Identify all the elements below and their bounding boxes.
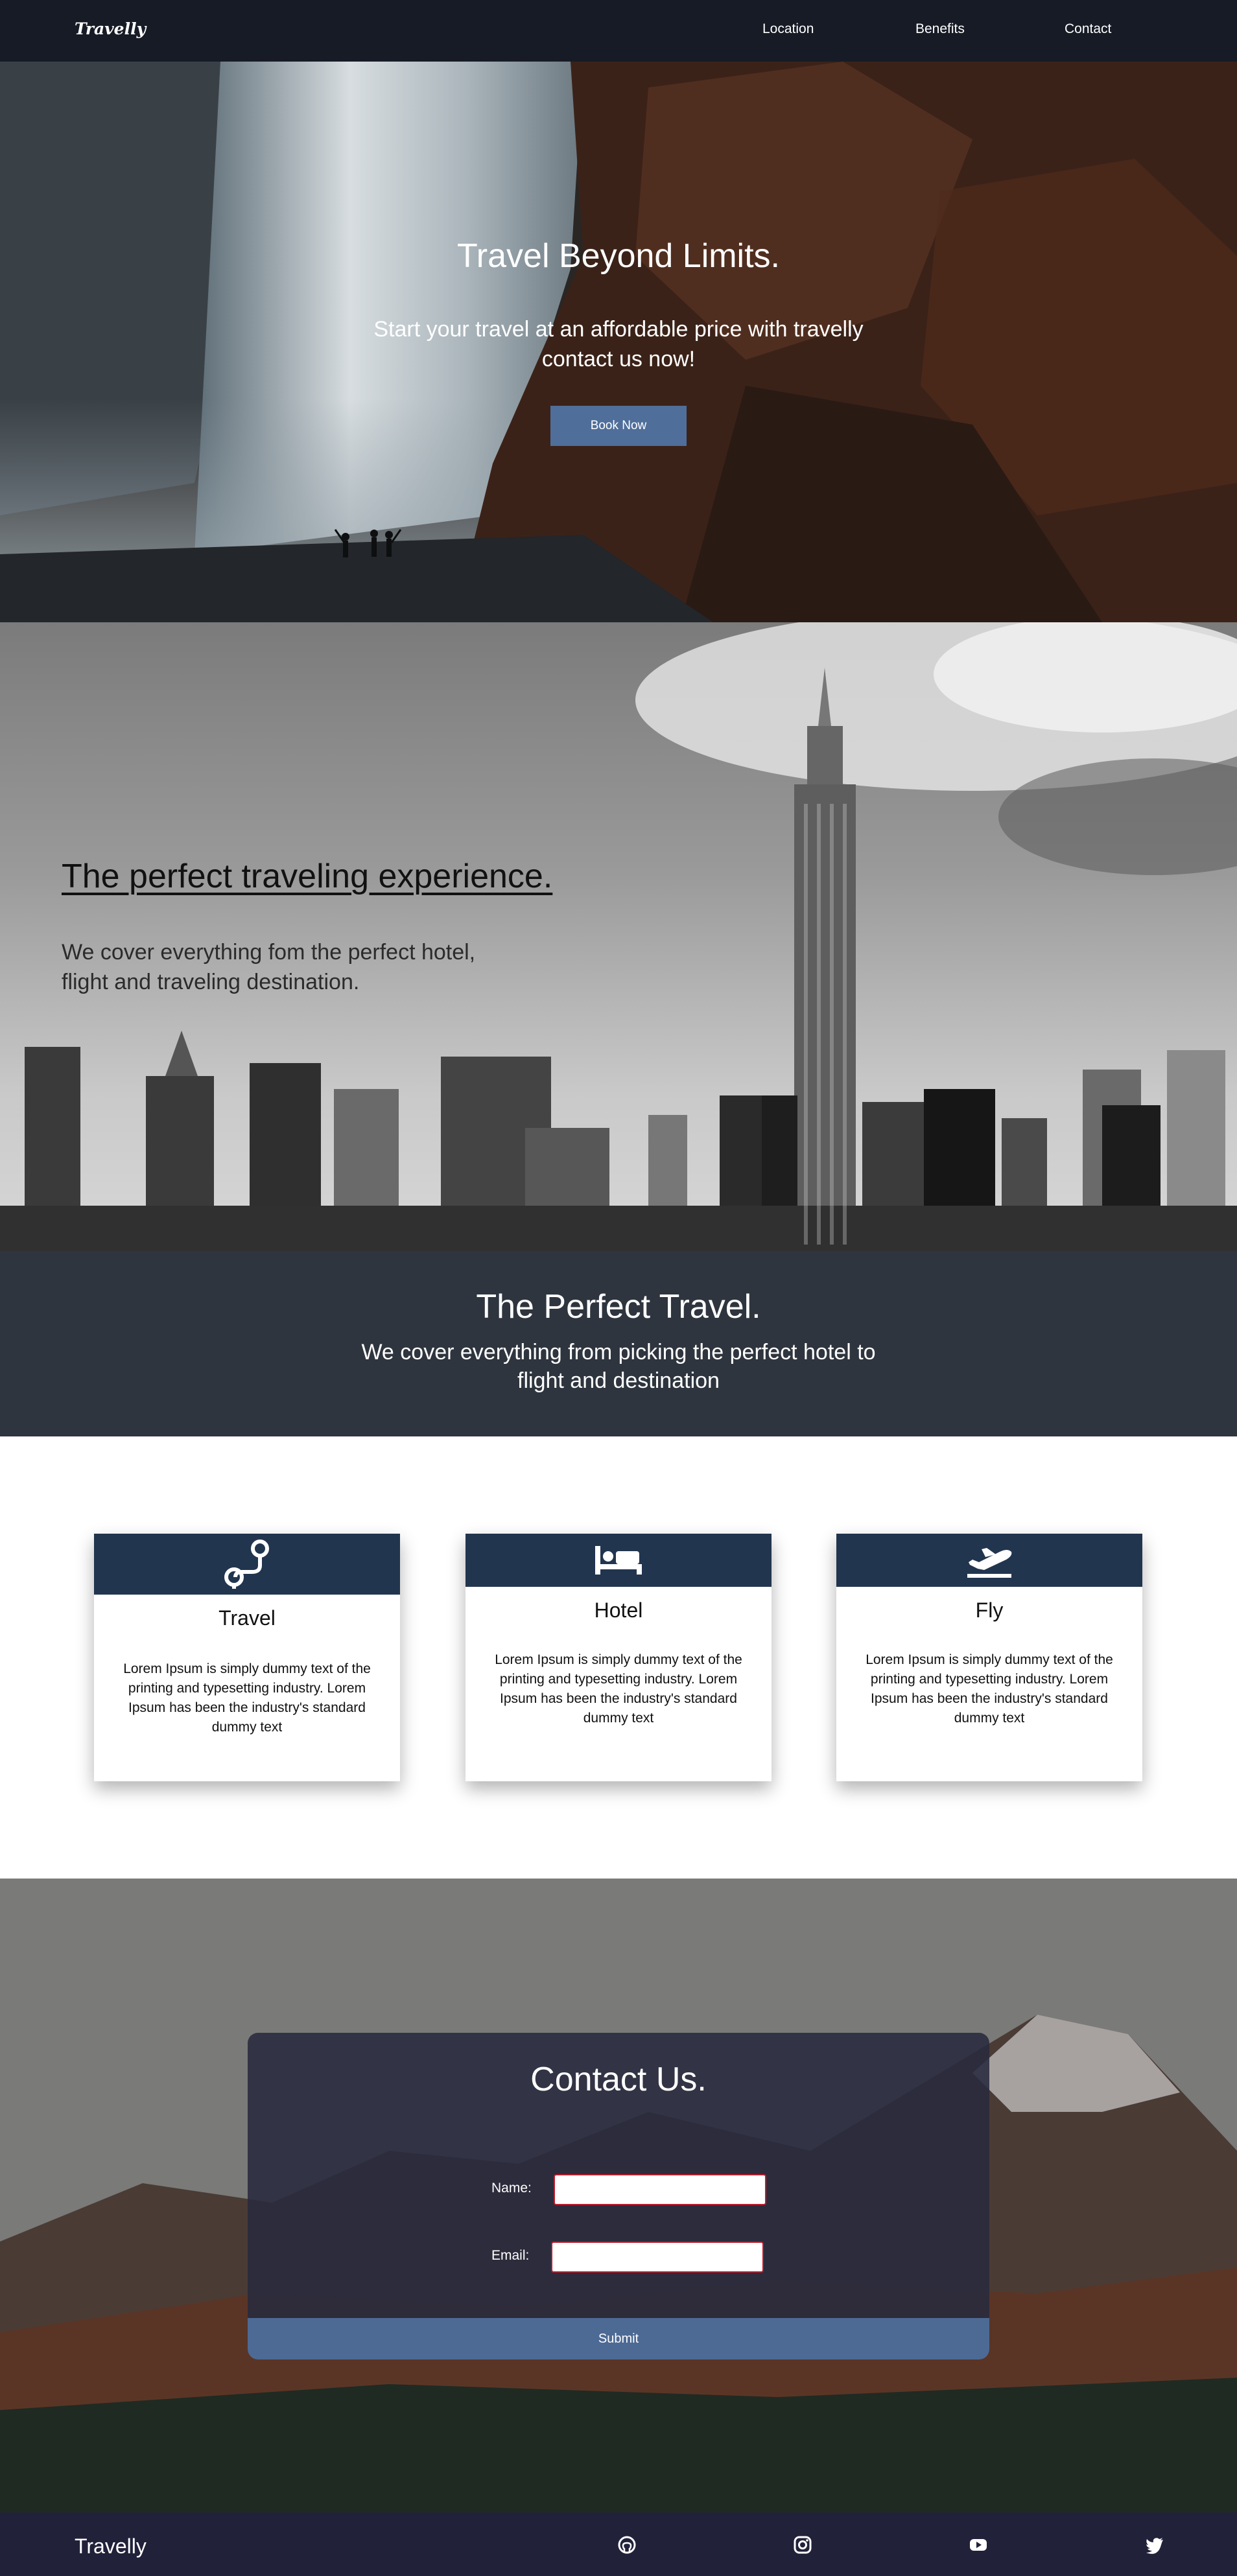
contact-title: Contact Us. [530, 2061, 707, 2098]
card-text: Lorem Ipsum is simply dummy text of the … [123, 1661, 371, 1735]
card-header [94, 1534, 400, 1595]
experience-section: The perfect traveling experience. We cov… [0, 622, 1237, 1251]
bed-icon [595, 1546, 642, 1575]
route-icon [224, 1540, 269, 1589]
email-label: Email: [491, 2248, 530, 2263]
youtube-icon[interactable] [969, 2535, 988, 2555]
card-title: Travel [218, 1606, 276, 1630]
card-title: Fly [975, 1598, 1004, 1622]
nav-link-benefits[interactable]: Benefits [915, 21, 965, 37]
github-icon[interactable] [617, 2535, 637, 2555]
card-title: Hotel [594, 1598, 643, 1622]
footer-brand: Travelly [75, 2535, 147, 2558]
book-now-button[interactable]: Book Now [550, 406, 687, 446]
twitter-icon[interactable] [1145, 2535, 1164, 2555]
benefit-card-fly: Fly Lorem Ipsum is simply dummy text of … [836, 1534, 1142, 1781]
hero-title: Travel Beyond Limits. [456, 237, 781, 275]
banner-title: The Perfect Travel. [476, 1288, 761, 1326]
banner-subtitle: We cover everything from picking the per… [361, 1340, 876, 1393]
benefit-card-travel: Travel Lorem Ipsum is simply dummy text … [94, 1534, 400, 1781]
card-header [465, 1534, 772, 1587]
nav-link-location[interactable]: Location [762, 21, 814, 37]
instagram-icon[interactable] [793, 2535, 812, 2555]
card-text: Lorem Ipsum is simply dummy text of the … [866, 1652, 1113, 1726]
experience-title: The perfect traveling experience. [62, 858, 553, 895]
experience-subtitle: We cover everything fom the perfect hote… [62, 940, 476, 994]
benefit-card-hotel: Hotel Lorem Ipsum is simply dummy text o… [465, 1534, 772, 1781]
brand-logo[interactable]: Travelly [75, 19, 146, 38]
nav-link-contact[interactable]: Contact [1065, 21, 1111, 37]
city-skyline-background-image [0, 622, 1237, 1251]
hero-section: Travel Beyond Limits. Start your travel … [0, 62, 1237, 622]
hero-subtitle: Start your travel at an affordable price… [373, 317, 864, 371]
contact-section: Contact Us. Name: Email: Submit [0, 1879, 1237, 2512]
name-label: Name: [491, 2181, 532, 2195]
navbar: Travelly Location Benefits Contact [0, 0, 1237, 62]
card-text: Lorem Ipsum is simply dummy text of the … [495, 1652, 742, 1726]
contact-form: Contact Us. Name: Email: Submit [248, 2033, 989, 2359]
submit-button[interactable]: Submit [248, 2318, 989, 2359]
card-header [836, 1534, 1142, 1587]
footer: Travelly [0, 2512, 1237, 2576]
plane-departure-icon [967, 1548, 1012, 1578]
name-input[interactable] [554, 2174, 766, 2205]
perfect-travel-banner: The Perfect Travel. We cover everything … [0, 1251, 1237, 1436]
email-input[interactable] [551, 2242, 764, 2273]
